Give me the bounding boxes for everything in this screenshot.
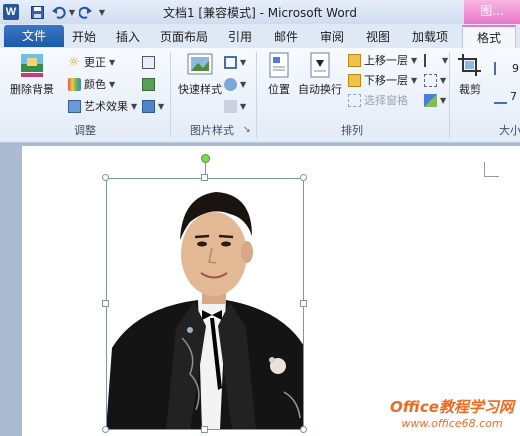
color-icon xyxy=(68,77,81,91)
tab-references[interactable]: 引用 xyxy=(222,27,258,47)
picture-layout-button[interactable]: ▼ xyxy=(224,98,246,114)
selection-pane-label: 选择窗格 xyxy=(364,94,408,107)
crop-label: 裁剪 xyxy=(459,83,481,96)
crop-button[interactable]: 裁剪 xyxy=(452,52,488,97)
quick-styles-label: 快速样式 xyxy=(178,83,222,96)
tab-home[interactable]: 开始 xyxy=(66,27,102,47)
resize-handle-top-right[interactable] xyxy=(300,174,307,181)
site-watermark: Office教程学习网 www.office68.com xyxy=(384,396,520,430)
tab-addins[interactable]: 加载项 xyxy=(406,27,454,47)
corrections-label: 更正 xyxy=(84,56,106,69)
tab-view[interactable]: 视图 xyxy=(360,27,396,47)
height-field[interactable]: 9 xyxy=(494,60,519,76)
resize-handle-left[interactable] xyxy=(102,300,109,307)
rotate-button[interactable]: ▼ xyxy=(424,92,446,108)
resize-handle-bottom-right[interactable] xyxy=(300,426,307,433)
tab-insert[interactable]: 插入 xyxy=(110,27,146,47)
ribbon: 删除背景 ☼ 更正 ▼ 颜色 ▼ 艺术效果 ▼ ▼ 调整 快速样式 ▼ ▼ ▼ 图片样… xyxy=(0,48,520,143)
resize-handle-right[interactable] xyxy=(300,300,307,307)
compress-pictures-icon xyxy=(142,55,155,69)
color-button[interactable]: 颜色 ▼ xyxy=(68,76,115,92)
bring-forward-label: 上移一层 xyxy=(364,54,408,67)
group-divider xyxy=(449,52,450,138)
size-group-label: 大小 xyxy=(499,124,520,137)
picture-styles-group-label: 图片样式 xyxy=(190,124,234,137)
artistic-effects-icon xyxy=(68,99,81,113)
send-backward-button[interactable]: 下移一层 ▼ xyxy=(348,72,417,88)
selection-pane-icon xyxy=(348,93,361,107)
crop-icon xyxy=(458,54,481,76)
wrap-text-label: 自动换行 xyxy=(298,83,342,96)
group-icon xyxy=(424,73,437,87)
quick-styles-icon xyxy=(187,53,213,75)
artistic-effects-button[interactable]: 艺术效果 ▼ xyxy=(68,98,137,114)
height-value: 9 xyxy=(512,61,519,75)
rotate-handle[interactable] xyxy=(201,154,210,163)
quick-styles-button[interactable]: 快速样式 xyxy=(176,52,224,97)
tab-file[interactable]: 文件 xyxy=(4,25,64,47)
color-label: 颜色 xyxy=(84,78,106,91)
align-icon xyxy=(424,53,439,67)
picture-layout-icon xyxy=(224,99,237,113)
position-label: 位置 xyxy=(268,83,290,96)
watermark-title: Office教程学习网 xyxy=(390,398,514,416)
title-bar: W ▼ ▼ 文档1 [兼容模式] - Microsoft Word 图... xyxy=(0,0,520,25)
picture-effects-icon xyxy=(224,77,237,91)
picture-selection-frame xyxy=(106,178,304,430)
corrections-button[interactable]: ☼ 更正 ▼ xyxy=(68,54,115,70)
reset-picture-icon xyxy=(142,99,155,113)
rotate-icon xyxy=(424,93,437,107)
reset-picture-button[interactable]: ▼ xyxy=(142,98,164,114)
selection-pane-button[interactable]: 选择窗格 xyxy=(348,92,408,108)
align-button[interactable]: ▼ xyxy=(424,52,448,68)
compress-pictures-button[interactable] xyxy=(142,54,155,70)
wrap-text-icon xyxy=(310,52,330,78)
tab-mailings[interactable]: 邮件 xyxy=(268,27,304,47)
width-field[interactable]: 7 xyxy=(494,88,517,104)
wrap-text-button[interactable]: 自动换行 xyxy=(298,52,342,97)
ribbon-tab-bar: 文件 开始 插入 页面布局 引用 邮件 审阅 视图 加载项 格式 xyxy=(0,24,520,50)
margin-corner-mark xyxy=(484,162,499,177)
change-picture-icon xyxy=(142,77,155,91)
remove-background-icon xyxy=(21,54,43,77)
change-picture-button[interactable] xyxy=(142,76,155,92)
width-icon xyxy=(494,89,507,104)
picture-border-icon xyxy=(224,55,237,69)
tab-format[interactable]: 格式 xyxy=(462,25,516,50)
position-icon xyxy=(269,52,289,78)
resize-handle-top[interactable] xyxy=(201,174,208,181)
picture-effects-button[interactable]: ▼ xyxy=(224,76,246,92)
tab-page-layout[interactable]: 页面布局 xyxy=(154,27,214,47)
sun-icon: ☼ xyxy=(68,54,80,70)
window-title: 文档1 [兼容模式] - Microsoft Word xyxy=(162,6,358,20)
bring-forward-button[interactable]: 上移一层 ▼ xyxy=(348,52,417,68)
bring-forward-icon xyxy=(348,53,361,67)
resize-handle-bottom-left[interactable] xyxy=(102,426,109,433)
resize-handle-bottom[interactable] xyxy=(201,426,208,433)
send-backward-label: 下移一层 xyxy=(364,74,408,87)
width-value: 7 xyxy=(510,89,517,103)
tab-review[interactable]: 审阅 xyxy=(314,27,350,47)
resize-handle-top-left[interactable] xyxy=(102,174,109,181)
picture-tools-header: 图... xyxy=(464,0,520,24)
group-button[interactable]: ▼ xyxy=(424,72,446,88)
position-button[interactable]: 位置 xyxy=(262,52,296,97)
arrange-group-label: 排列 xyxy=(341,124,363,137)
artistic-effects-label: 艺术效果 xyxy=(84,100,128,113)
remove-background-button[interactable]: 删除背景 xyxy=(6,52,58,97)
adjust-group-label: 调整 xyxy=(74,124,96,137)
picture-styles-dialog-launcher[interactable]: ↘ xyxy=(243,122,251,138)
watermark-url: www.office68.com xyxy=(401,417,503,430)
remove-background-label: 删除背景 xyxy=(10,83,54,96)
height-icon xyxy=(494,61,509,75)
send-backward-icon xyxy=(348,73,361,87)
picture-border-button[interactable]: ▼ xyxy=(224,54,246,70)
